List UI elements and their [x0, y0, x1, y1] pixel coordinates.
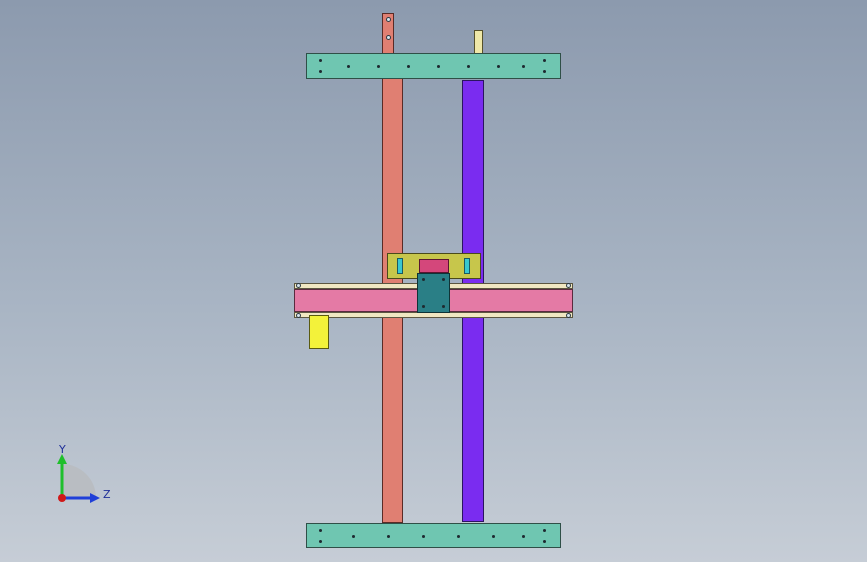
plate-hole [543, 529, 546, 532]
crossbeam-end-bolt [296, 283, 301, 288]
plate-hole [407, 65, 410, 68]
plate-hole [319, 70, 322, 73]
plate-hole [347, 65, 350, 68]
plate-hole [319, 540, 322, 543]
rail-bolt [386, 17, 391, 22]
bottom-mounting-plate[interactable] [306, 523, 561, 548]
plate-hole [352, 535, 355, 538]
crossbeam-end-bolt [566, 313, 571, 318]
slider-block[interactable] [417, 273, 450, 313]
block-hole [442, 305, 445, 308]
plate-hole [492, 535, 495, 538]
plate-hole [522, 65, 525, 68]
crossbeam-end-bolt [296, 313, 301, 318]
z-axis-label: Z [103, 488, 111, 501]
x-axis-dot-icon [58, 494, 66, 502]
triad-quadrant [62, 464, 96, 498]
crossbeam-end-bolt [566, 283, 571, 288]
plate-hole [319, 59, 322, 62]
plate-hole [522, 535, 525, 538]
rail-bolt [386, 35, 391, 40]
plate-hole [387, 535, 390, 538]
plate-hole [377, 65, 380, 68]
plate-hole [543, 59, 546, 62]
plate-hole [543, 70, 546, 73]
plate-hole [422, 535, 425, 538]
top-mounting-plate[interactable] [306, 53, 561, 79]
plate-hole [467, 65, 470, 68]
coordinate-triad: Y Z [57, 443, 111, 503]
cad-viewport[interactable]: Y Z [0, 0, 867, 562]
block-hole [422, 305, 425, 308]
y-axis-label: Y [58, 443, 66, 456]
plate-hole [543, 540, 546, 543]
carriage-bearing-left [397, 258, 403, 274]
plate-hole [319, 529, 322, 532]
plate-hole [457, 535, 460, 538]
carriage-center-block [419, 259, 449, 273]
plate-hole [497, 65, 500, 68]
carriage-bearing-right [464, 258, 470, 274]
plate-hole [437, 65, 440, 68]
motor-housing[interactable] [309, 315, 329, 349]
block-hole [422, 278, 425, 281]
right-rail-upper-rod [474, 30, 483, 54]
block-hole [442, 278, 445, 281]
